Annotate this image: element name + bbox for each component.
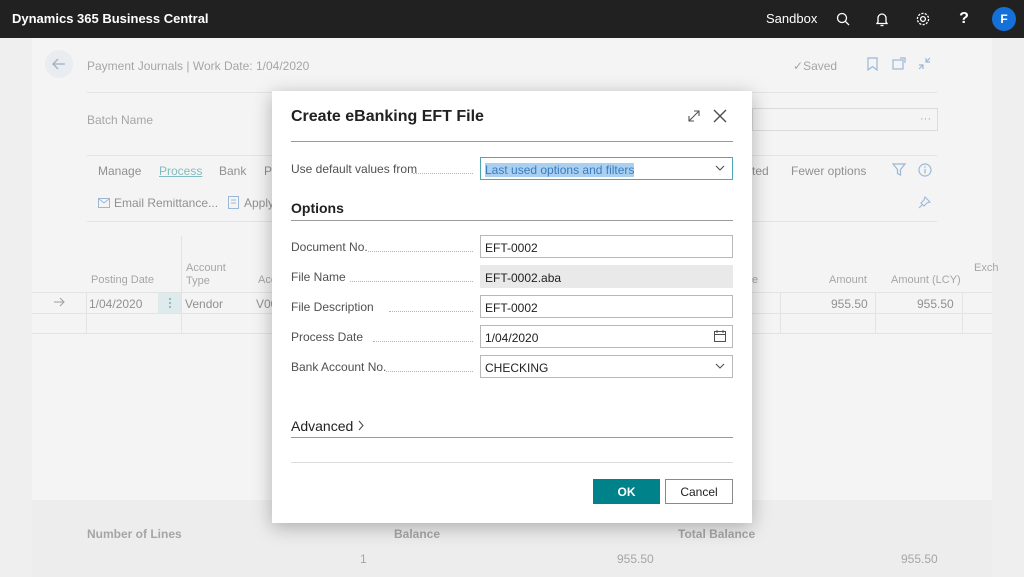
environment-label[interactable]: Sandbox: [766, 11, 817, 26]
advanced-heading[interactable]: Advanced: [291, 418, 365, 434]
total-balance-value: 955.50: [901, 552, 938, 566]
defaults-label: Use default values from: [291, 162, 418, 176]
grid-column-divider: [875, 292, 876, 333]
tab-partial[interactable]: P: [264, 164, 272, 178]
leader-dots: [373, 341, 473, 342]
grid-column-divider: [962, 292, 963, 333]
chevron-down-icon: [715, 165, 725, 171]
leader-dots: [413, 173, 473, 174]
row-amount-lcy[interactable]: 955.50: [917, 297, 954, 311]
grid-column-divider: [86, 292, 87, 333]
bank-account-value: CHECKING: [485, 361, 549, 375]
file-name-label: File Name: [291, 270, 346, 284]
total-balance-label: Total Balance: [678, 527, 756, 541]
options-heading[interactable]: Options: [291, 200, 344, 216]
ok-button[interactable]: OK: [593, 479, 660, 504]
help-icon[interactable]: ?: [954, 9, 974, 29]
defaults-select[interactable]: Last used options and filters: [480, 157, 733, 180]
process-date-field[interactable]: 1/04/2020: [480, 325, 733, 348]
gear-icon[interactable]: [913, 9, 933, 29]
leader-dots: [386, 371, 473, 372]
file-name-field: EFT-0002.aba: [480, 265, 733, 288]
leader-dots: [350, 281, 473, 282]
title-divider: [291, 141, 733, 142]
document-no-field[interactable]: EFT-0002: [480, 235, 733, 258]
column-header-account-type-line1[interactable]: Account: [186, 262, 226, 274]
expand-icon[interactable]: [685, 107, 703, 125]
column-header-account-type-line2[interactable]: Type: [186, 275, 210, 287]
collapse-icon[interactable]: [918, 57, 931, 73]
apply-icon: [228, 196, 239, 212]
back-arrow-icon[interactable]: [45, 50, 73, 78]
tab-bank[interactable]: Bank: [219, 164, 246, 178]
chevron-down-icon: [715, 363, 725, 369]
row-posting-date[interactable]: 1/04/2020: [89, 297, 142, 311]
tab-manage[interactable]: Manage: [98, 164, 141, 178]
breadcrumb: Payment Journals | Work Date: 1/04/2020: [87, 59, 310, 73]
email-icon: [98, 197, 110, 211]
app-bar: Dynamics 365 Business Central Sandbox ? …: [0, 0, 1024, 38]
grid-column-divider: [181, 236, 182, 334]
app-title[interactable]: Dynamics 365 Business Central: [12, 11, 209, 26]
batch-more-button[interactable]: ···: [920, 113, 931, 125]
column-header-amount[interactable]: Amount: [829, 274, 867, 286]
dialog-title: Create eBanking EFT File: [291, 108, 484, 125]
advanced-label: Advanced: [291, 418, 354, 434]
search-icon[interactable]: [833, 9, 853, 29]
bank-account-label: Bank Account No.: [291, 360, 387, 374]
defaults-value: Last used options and filters: [485, 163, 635, 177]
calendar-icon[interactable]: [714, 330, 726, 342]
chevron-right-icon: [358, 420, 364, 431]
column-header-amount-lcy[interactable]: Amount (LCY): [891, 274, 961, 286]
create-eft-dialog: Create eBanking EFT File Use default val…: [272, 91, 752, 523]
document-no-label: Document No.: [291, 240, 368, 254]
row-arrow-icon: [53, 296, 65, 310]
cancel-button[interactable]: Cancel: [665, 479, 733, 504]
saved-status: ✓Saved: [793, 59, 838, 73]
apply-button[interactable]: Apply: [244, 196, 274, 210]
tab-process[interactable]: Process: [159, 164, 202, 178]
file-description-field[interactable]: EFT-0002: [480, 295, 733, 318]
tab-partial-right[interactable]: ted: [752, 164, 769, 178]
bank-account-select[interactable]: CHECKING: [480, 355, 733, 378]
saved-label: Saved: [803, 59, 838, 73]
batch-name-field[interactable]: ···: [752, 108, 938, 131]
balance-value: 955.50: [617, 552, 654, 566]
email-remittance-button[interactable]: Email Remittance...: [114, 196, 218, 210]
info-icon[interactable]: [918, 163, 932, 180]
column-header-partial[interactable]: e: [752, 274, 758, 286]
open-new-icon[interactable]: [892, 57, 906, 73]
row-menu-icon[interactable]: [158, 293, 181, 313]
user-avatar[interactable]: F: [992, 7, 1016, 31]
number-of-lines-label: Number of Lines: [87, 527, 182, 541]
leader-dots: [368, 251, 473, 252]
number-of-lines-value: 1: [360, 552, 367, 566]
file-description-label: File Description: [291, 300, 374, 314]
filter-icon[interactable]: [891, 163, 907, 179]
pin-icon[interactable]: [918, 195, 932, 212]
batch-name-label: Batch Name: [87, 113, 154, 127]
footer-divider: [291, 462, 733, 463]
column-header-exch-partial[interactable]: Exch: [974, 262, 998, 274]
grid-column-divider: [780, 292, 781, 333]
close-icon[interactable]: [711, 107, 729, 125]
column-header-posting-date[interactable]: Posting Date: [91, 274, 154, 286]
process-date-value: 1/04/2020: [485, 331, 539, 345]
row-amount[interactable]: 955.50: [831, 297, 868, 311]
process-date-label: Process Date: [291, 330, 364, 344]
bell-icon[interactable]: [872, 9, 892, 29]
options-divider: [291, 220, 733, 221]
bookmark-icon[interactable]: [867, 57, 878, 74]
advanced-divider: [291, 437, 733, 438]
row-account-type[interactable]: Vendor: [185, 297, 223, 311]
balance-label: Balance: [394, 527, 441, 541]
fewer-options-link[interactable]: Fewer options: [791, 164, 866, 178]
leader-dots: [389, 311, 473, 312]
